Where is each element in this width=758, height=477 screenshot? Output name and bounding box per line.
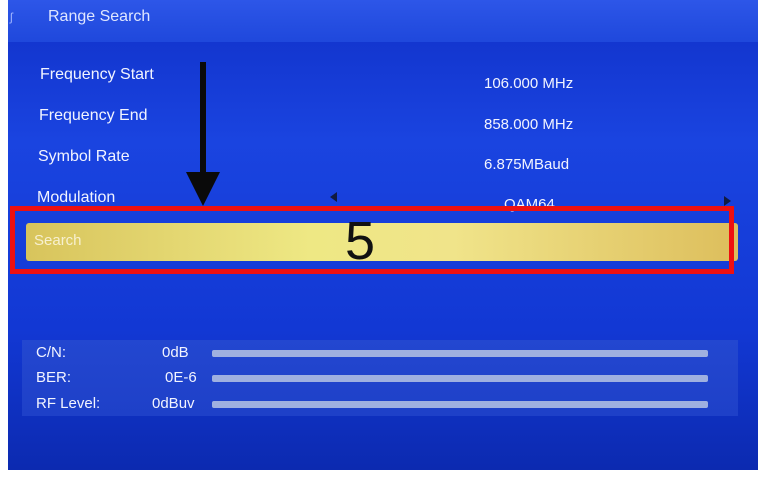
frequency-start-label: Frequency Start <box>40 66 154 83</box>
annotation-arrow-shaft <box>200 62 206 180</box>
cn-value: 0dB <box>162 344 189 361</box>
page-title: Range Search <box>48 8 151 25</box>
frequency-start-value[interactable]: 106.000 MHz <box>484 75 573 92</box>
symbol-rate-value[interactable]: 6.875MBaud <box>484 156 569 173</box>
rf-level-bar <box>212 401 708 408</box>
frequency-end-value[interactable]: 858.000 MHz <box>484 116 573 133</box>
title-bar: ʃ Range Search <box>8 0 758 42</box>
frequency-end-label: Frequency End <box>39 107 148 124</box>
symbol-rate-label: Symbol Rate <box>38 148 130 165</box>
signal-panel: C/N: 0dB BER: 0E-6 RF Level: 0dBuv <box>22 340 738 416</box>
modulation-left-arrow-icon[interactable] <box>330 192 337 202</box>
rf-level-label: RF Level: <box>36 395 101 412</box>
modulation-right-arrow-icon[interactable] <box>724 196 731 206</box>
ber-bar <box>212 375 708 382</box>
modulation-label: Modulation <box>37 189 116 206</box>
rf-level-value: 0dBuv <box>152 395 195 412</box>
ber-label: BER: <box>36 369 72 386</box>
ber-value: 0E-6 <box>165 369 197 386</box>
cn-label: C/N: <box>36 344 66 361</box>
menu-glyph-icon: ʃ <box>10 10 13 24</box>
cn-bar <box>212 350 708 357</box>
annotation-step-number: 5 <box>345 211 376 271</box>
annotation-arrow-down-icon <box>186 172 220 206</box>
